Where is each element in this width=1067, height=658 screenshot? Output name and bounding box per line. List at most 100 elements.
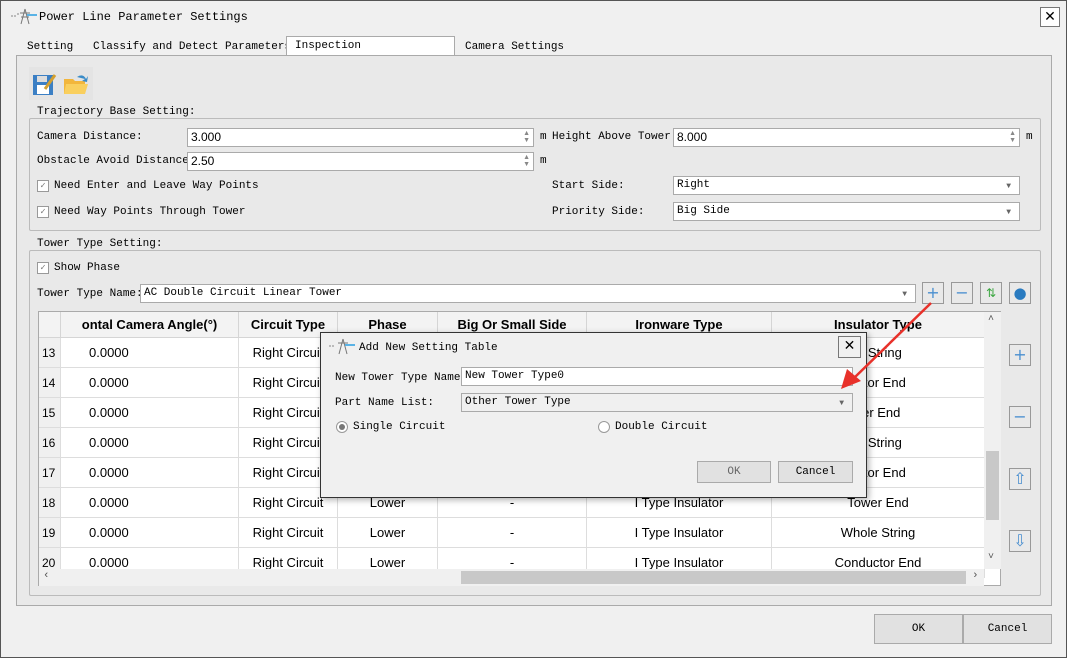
plus-icon: + [1013, 345, 1027, 364]
window-title: Power Line Parameter Settings [39, 10, 248, 24]
obstacle-value: 2.50 [191, 154, 215, 168]
new-tower-type-name-input[interactable]: New Tower Type0 [461, 367, 853, 386]
through-tower-label: Need Way Points Through Tower [54, 206, 246, 218]
priority-side-value: Big Side [677, 205, 730, 217]
unit-label: m [540, 131, 547, 143]
enter-leave-checkbox[interactable]: ✓ [37, 180, 49, 192]
double-circuit-label: Double Circuit [615, 421, 708, 433]
table-cell[interactable]: 0.0000 [61, 428, 239, 458]
start-side-select[interactable]: Right ▼ [673, 176, 1020, 195]
horizontal-scroll-thumb[interactable] [461, 571, 966, 584]
remove-tower-type-button[interactable]: − [951, 282, 973, 304]
tower-group-title: Tower Type Setting: [34, 238, 166, 250]
table-cell[interactable]: 0.0000 [61, 368, 239, 398]
move-up-button[interactable]: ⇧ [1009, 468, 1031, 490]
spin-arrows-icon[interactable]: ▲ ▼ [523, 154, 530, 168]
height-above-value: 8.000 [677, 130, 708, 144]
cancel-button[interactable]: Cancel [963, 614, 1052, 644]
tab-inspection-configuration[interactable]: Inspection Configuration [286, 36, 455, 70]
minus-icon: − [1013, 407, 1027, 426]
dialog-ok-button[interactable]: OK [697, 461, 771, 483]
start-side-label: Start Side: [552, 180, 625, 192]
priority-side-label: Priority Side: [552, 206, 645, 218]
table-cell[interactable]: Right Circuit [239, 518, 338, 548]
row-header[interactable]: 17 [39, 458, 61, 488]
table-cell[interactable]: Lower [338, 518, 438, 548]
table-cell[interactable]: Whole String [772, 518, 985, 548]
corner-header [39, 312, 61, 338]
trajectory-group-title: Trajectory Base Setting: [34, 106, 199, 118]
new-tower-type-name-label: New Tower Type Name: [335, 372, 468, 384]
close-window-button[interactable]: ✕ [1040, 7, 1060, 27]
single-circuit-radio[interactable] [336, 421, 348, 433]
globe-icon[interactable]: ● [1009, 282, 1031, 304]
remove-row-button[interactable]: − [1009, 406, 1031, 428]
dropdown-arrow-icon: ▼ [1006, 182, 1011, 191]
row-header[interactable]: 18 [39, 488, 61, 518]
part-name-list-select[interactable]: Other Tower Type ▼ [461, 393, 853, 412]
show-phase-checkbox[interactable]: ✓ [37, 262, 49, 274]
table-cell[interactable]: 0.0000 [61, 398, 239, 428]
ok-button[interactable]: OK [874, 614, 963, 644]
row-header[interactable]: 19 [39, 518, 61, 548]
scroll-right-icon[interactable]: › [972, 570, 979, 582]
unit-label: m [1026, 131, 1033, 143]
obstacle-distance-label: Obstacle Avoid Distance: [37, 155, 196, 167]
scroll-left-icon[interactable]: ‹ [43, 570, 50, 582]
unit-label: m [540, 155, 547, 167]
horizontal-scrollbar[interactable]: ‹ › [39, 569, 984, 586]
scroll-down-icon[interactable]: ˅ [988, 552, 994, 563]
save-icon[interactable] [31, 71, 57, 101]
single-circuit-label: Single Circuit [353, 421, 446, 433]
part-name-list-label: Part Name List: [335, 397, 435, 409]
table-cell[interactable]: 0.0000 [61, 518, 239, 548]
start-side-value: Right [677, 179, 711, 191]
move-down-button[interactable]: ⇩ [1009, 530, 1031, 552]
table-cell[interactable]: 0.0000 [61, 458, 239, 488]
tower-app-icon [9, 7, 37, 25]
table-cell[interactable]: 0.0000 [61, 488, 239, 518]
toolbar [29, 67, 93, 100]
vertical-scrollbar[interactable]: ˄ ˅ [984, 312, 1001, 569]
arrow-up-icon: ⇧ [1013, 469, 1027, 488]
tab-camera-settings[interactable]: Camera Settings [457, 38, 572, 56]
table-cell[interactable]: 0.0000 [61, 338, 239, 368]
row-header[interactable]: 16 [39, 428, 61, 458]
double-circuit-radio[interactable] [598, 421, 610, 433]
add-row-button[interactable]: + [1009, 344, 1031, 366]
table-cell[interactable]: I Type Insulator [587, 518, 772, 548]
row-header[interactable]: 15 [39, 398, 61, 428]
table-cell[interactable]: - [438, 518, 587, 548]
tower-type-name-select[interactable]: AC Double Circuit Linear Tower ▼ [140, 284, 916, 303]
scroll-up-icon[interactable]: ˄ [988, 314, 994, 325]
spin-arrows-icon[interactable]: ▲ ▼ [523, 130, 530, 144]
priority-side-select[interactable]: Big Side ▼ [673, 202, 1020, 221]
power-line-settings-window: Power Line Parameter Settings ✕ Setting … [0, 0, 1067, 658]
swap-icon[interactable]: ⇅ [980, 282, 1002, 304]
tower-type-name-label: Tower Type Name: [37, 288, 143, 300]
open-folder-icon[interactable] [63, 71, 89, 101]
annotation-arrow [841, 302, 932, 389]
tab-classify-detect[interactable]: Classify and Detect Parameters [85, 38, 299, 56]
dropdown-arrow-icon: ▼ [1006, 208, 1011, 217]
spin-arrows-icon[interactable]: ▲ ▼ [1009, 130, 1016, 144]
row-header[interactable]: 14 [39, 368, 61, 398]
tower-app-icon [327, 337, 355, 355]
plus-icon: + [926, 283, 940, 302]
column-header: ontal Camera Angle(°) [61, 312, 239, 338]
camera-distance-value: 3.000 [191, 130, 222, 144]
row-header[interactable]: 13 [39, 338, 61, 368]
height-above-tower-spinbox[interactable]: 8.000 ▲ ▼ [673, 128, 1020, 147]
dialog-cancel-button[interactable]: Cancel [778, 461, 853, 483]
minus-icon: − [955, 283, 969, 302]
camera-distance-spinbox[interactable]: 3.000 ▲ ▼ [187, 128, 534, 147]
through-tower-checkbox[interactable]: ✓ [37, 206, 49, 218]
camera-distance-label: Camera Distance: [37, 131, 143, 143]
obstacle-distance-spinbox[interactable]: 2.50 ▲ ▼ [187, 152, 534, 171]
arrow-down-icon: ⇩ [1013, 531, 1027, 550]
tab-setting[interactable]: Setting [19, 38, 81, 56]
show-phase-label: Show Phase [54, 262, 121, 274]
radio-dot [339, 424, 345, 430]
vertical-scroll-thumb[interactable] [986, 451, 999, 520]
tower-type-name-value: AC Double Circuit Linear Tower [144, 287, 343, 299]
